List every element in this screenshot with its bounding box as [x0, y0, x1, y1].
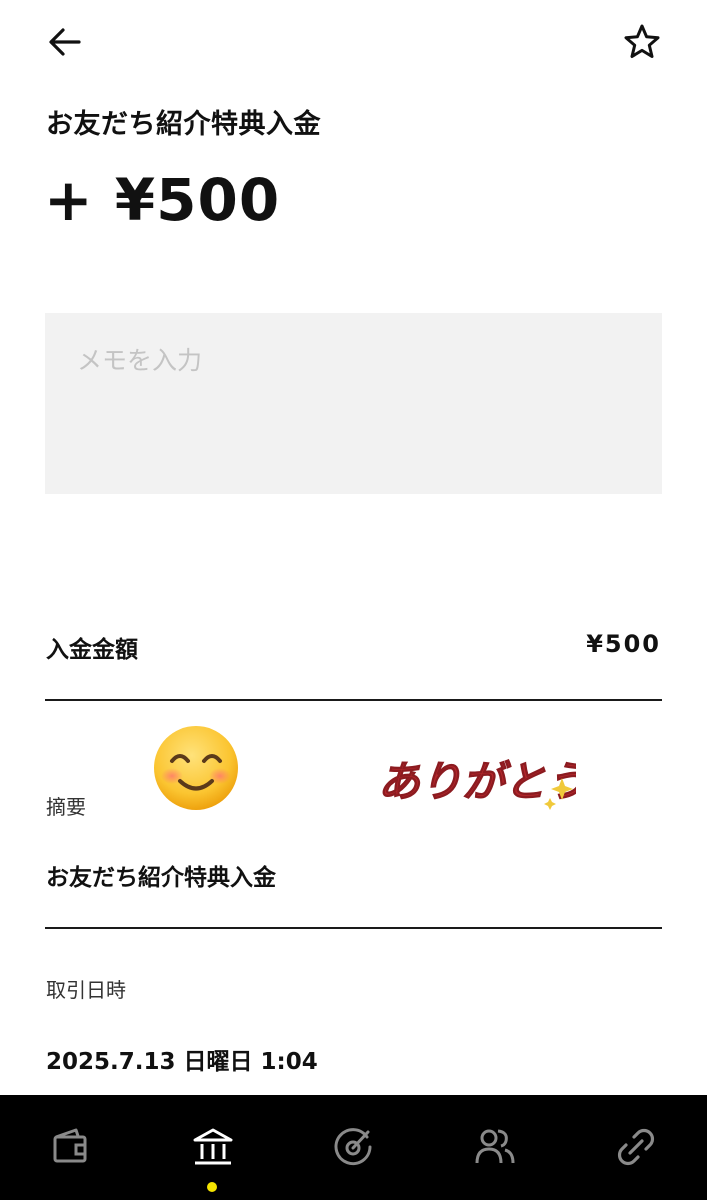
people-icon	[475, 1129, 515, 1164]
transaction-title: お友だち紹介特典入金	[46, 109, 321, 140]
summary-label: 摘要	[46, 795, 86, 819]
datetime-value: 2025.7.13 日曜日 1:04	[46, 1049, 318, 1075]
divider	[45, 699, 662, 701]
wallet-icon	[53, 1128, 87, 1163]
nav-item-link[interactable]	[591, 1095, 681, 1200]
link-icon	[617, 1128, 655, 1166]
target-icon	[334, 1128, 372, 1166]
nav-item-people[interactable]	[450, 1095, 540, 1200]
bottom-nav	[0, 1095, 707, 1200]
top-bar	[0, 0, 707, 90]
favorite-button[interactable]	[620, 20, 664, 64]
active-tab-indicator	[207, 1182, 217, 1192]
nav-item-target[interactable]	[309, 1095, 399, 1200]
thanks-sticker: ありがとう	[378, 758, 576, 810]
back-button[interactable]	[44, 22, 86, 62]
star-outline-icon	[624, 24, 660, 58]
arrow-left-icon	[49, 28, 81, 56]
datetime-label: 取引日時	[46, 978, 126, 1002]
transaction-amount: + ¥500	[44, 166, 281, 234]
deposit-amount-label: 入金金額	[46, 637, 138, 663]
summary-value: お友だち紹介特典入金	[46, 865, 276, 891]
memo-input[interactable]	[45, 313, 662, 494]
deposit-amount-value: ¥500	[586, 630, 661, 658]
nav-item-wallet[interactable]	[27, 1095, 117, 1200]
svg-text:ありがとう: ありがとう	[378, 758, 576, 805]
bank-icon	[193, 1128, 233, 1165]
smiling-face-emoji	[154, 726, 238, 810]
divider	[45, 927, 662, 929]
